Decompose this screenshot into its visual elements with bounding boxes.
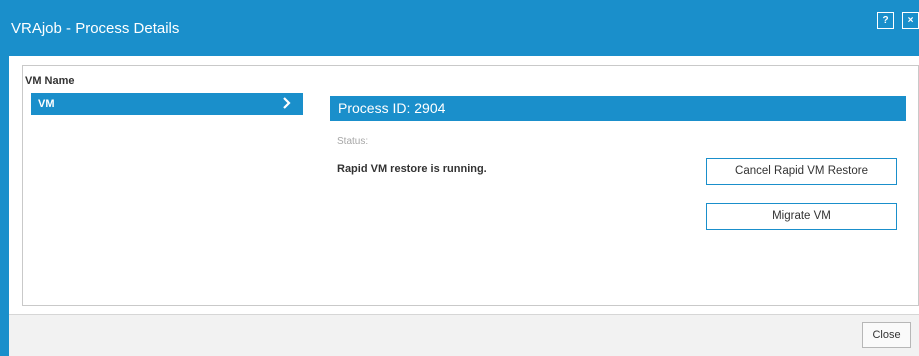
status-label: Status: bbox=[337, 136, 369, 147]
window-title: VRAjob - Process Details bbox=[11, 20, 180, 37]
migrate-vm-button[interactable]: Migrate VM bbox=[706, 203, 897, 230]
vm-list-item-label: VM bbox=[38, 98, 55, 110]
help-icon: ? bbox=[882, 15, 889, 26]
cancel-rapid-vm-restore-button[interactable]: Cancel Rapid VM Restore bbox=[706, 158, 897, 185]
title-bar: VRAjob - Process Details ? × bbox=[0, 0, 919, 56]
help-button[interactable]: ? bbox=[877, 12, 894, 29]
close-icon: × bbox=[907, 15, 914, 26]
dialog-footer bbox=[9, 314, 919, 356]
vm-name-column-header: VM Name bbox=[25, 75, 75, 87]
close-window-button[interactable]: × bbox=[902, 12, 919, 29]
process-id-header: Process ID: 2904 bbox=[330, 96, 906, 121]
process-details-dialog: VRAjob - Process Details ? × VM Name VM … bbox=[0, 0, 919, 356]
status-value: Rapid VM restore is running. bbox=[337, 163, 487, 175]
vm-list-item[interactable]: VM bbox=[31, 93, 303, 115]
chevron-right-icon bbox=[283, 97, 291, 109]
process-id-label: Process ID: 2904 bbox=[338, 100, 446, 116]
close-button[interactable]: Close bbox=[862, 322, 911, 348]
